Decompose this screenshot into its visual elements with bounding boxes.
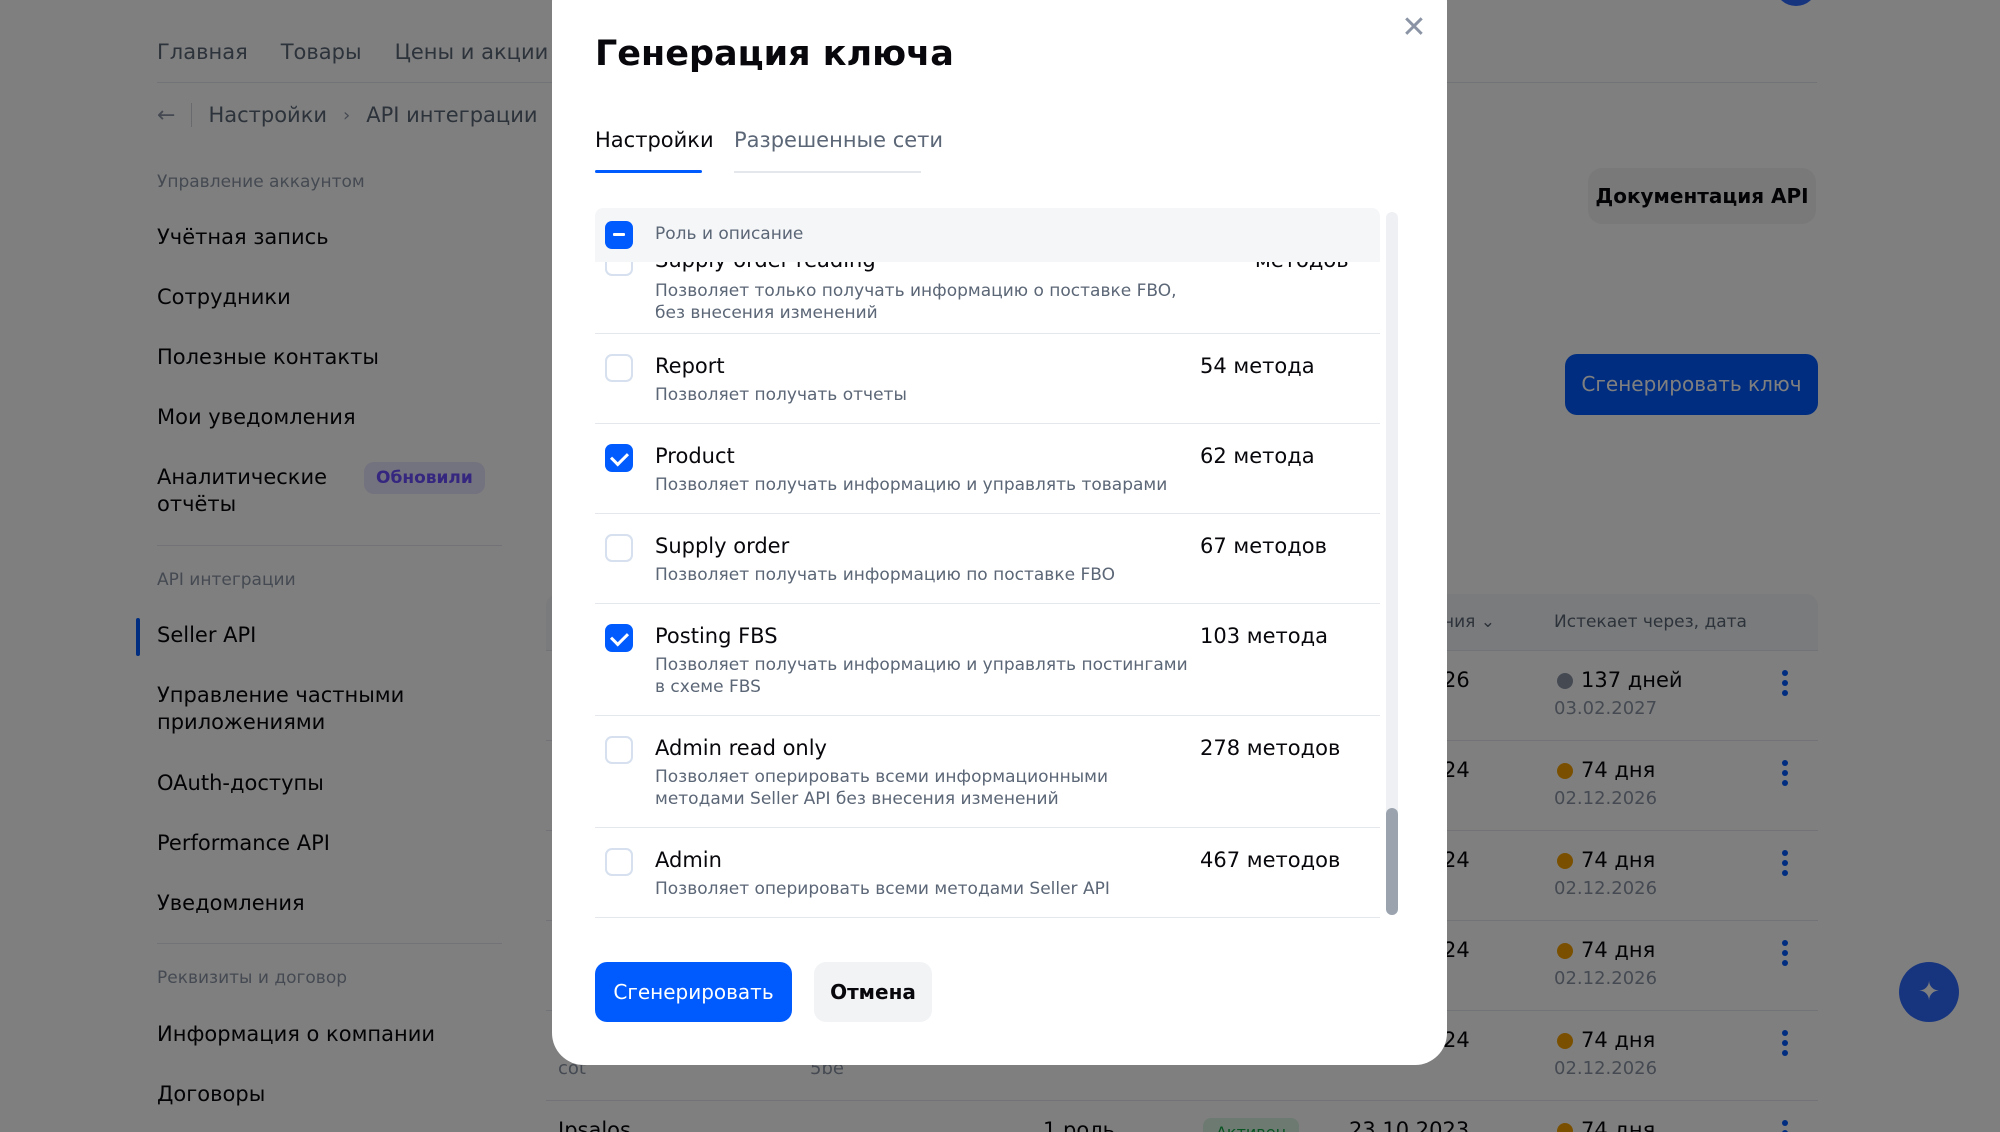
role-row[interactable]: Admin read only 278 методов Позволяет оп… <box>595 716 1380 828</box>
role-methods-count: 62 метода <box>1200 444 1315 468</box>
role-methods-count: 467 методов <box>1200 848 1341 872</box>
role-checkbox[interactable] <box>605 848 633 876</box>
role-name: Admin read only <box>655 736 827 760</box>
role-checkbox-checked[interactable] <box>605 624 633 652</box>
tab-settings[interactable]: Настройки <box>595 128 714 152</box>
role-name: Product <box>655 444 735 468</box>
role-row[interactable]: Report 54 метода Позволяет получать отче… <box>595 334 1380 424</box>
generate-button[interactable]: Сгенерировать <box>595 962 792 1022</box>
tab-allowed-networks[interactable]: Разрешенные сети <box>734 128 943 152</box>
roles-list-header-label: Роль и описание <box>655 224 804 244</box>
role-methods-count: 103 метода <box>1200 624 1328 648</box>
role-checkbox[interactable] <box>605 736 633 764</box>
role-methods-count: 67 методов <box>1200 534 1327 558</box>
roles-list-header: Роль и описание <box>595 208 1380 262</box>
role-description: Позволяет получать информацию и управлят… <box>655 655 1188 697</box>
cancel-button[interactable]: Отмена <box>814 962 932 1022</box>
role-description: Позволяет получать отчеты <box>655 385 907 405</box>
role-checkbox-checked[interactable] <box>605 444 633 472</box>
role-name: Report <box>655 354 725 378</box>
role-row[interactable]: Supply order 67 методов Позволяет получа… <box>595 514 1380 604</box>
scrollbar-thumb[interactable] <box>1386 808 1398 915</box>
modal-title: Генерация ключа <box>595 34 954 74</box>
role-row[interactable]: Admin 467 методов Позволяет оперировать … <box>595 828 1380 918</box>
role-methods-count: 54 метода <box>1200 354 1315 378</box>
role-description: Позволяет получать информацию и управлят… <box>655 475 1168 495</box>
tab-active-indicator <box>595 170 702 173</box>
role-checkbox[interactable] <box>605 354 633 382</box>
select-all-checkbox[interactable] <box>605 221 633 249</box>
role-methods-count: 278 методов <box>1200 736 1341 760</box>
role-row[interactable]: Product 62 метода Позволяет получать инф… <box>595 424 1380 514</box>
role-name: Supply order <box>655 534 790 558</box>
role-description: Позволяет только получать информацию о п… <box>655 281 1177 323</box>
roles-list[interactable]: Supply order reading методов Позволяет т… <box>595 208 1380 918</box>
role-description: Позволяет оперировать всеми методами Sel… <box>655 879 1110 899</box>
role-description: Позволяет оперировать всеми информационн… <box>655 767 1109 809</box>
role-checkbox[interactable] <box>605 534 633 562</box>
tab-inactive-indicator <box>734 171 921 173</box>
role-row[interactable]: Posting FBS 103 метода Позволяет получат… <box>595 604 1380 716</box>
role-description: Позволяет получать информацию по поставк… <box>655 565 1115 585</box>
role-name: Admin <box>655 848 722 872</box>
role-name: Posting FBS <box>655 624 778 648</box>
close-icon[interactable]: ✕ <box>1398 12 1430 44</box>
